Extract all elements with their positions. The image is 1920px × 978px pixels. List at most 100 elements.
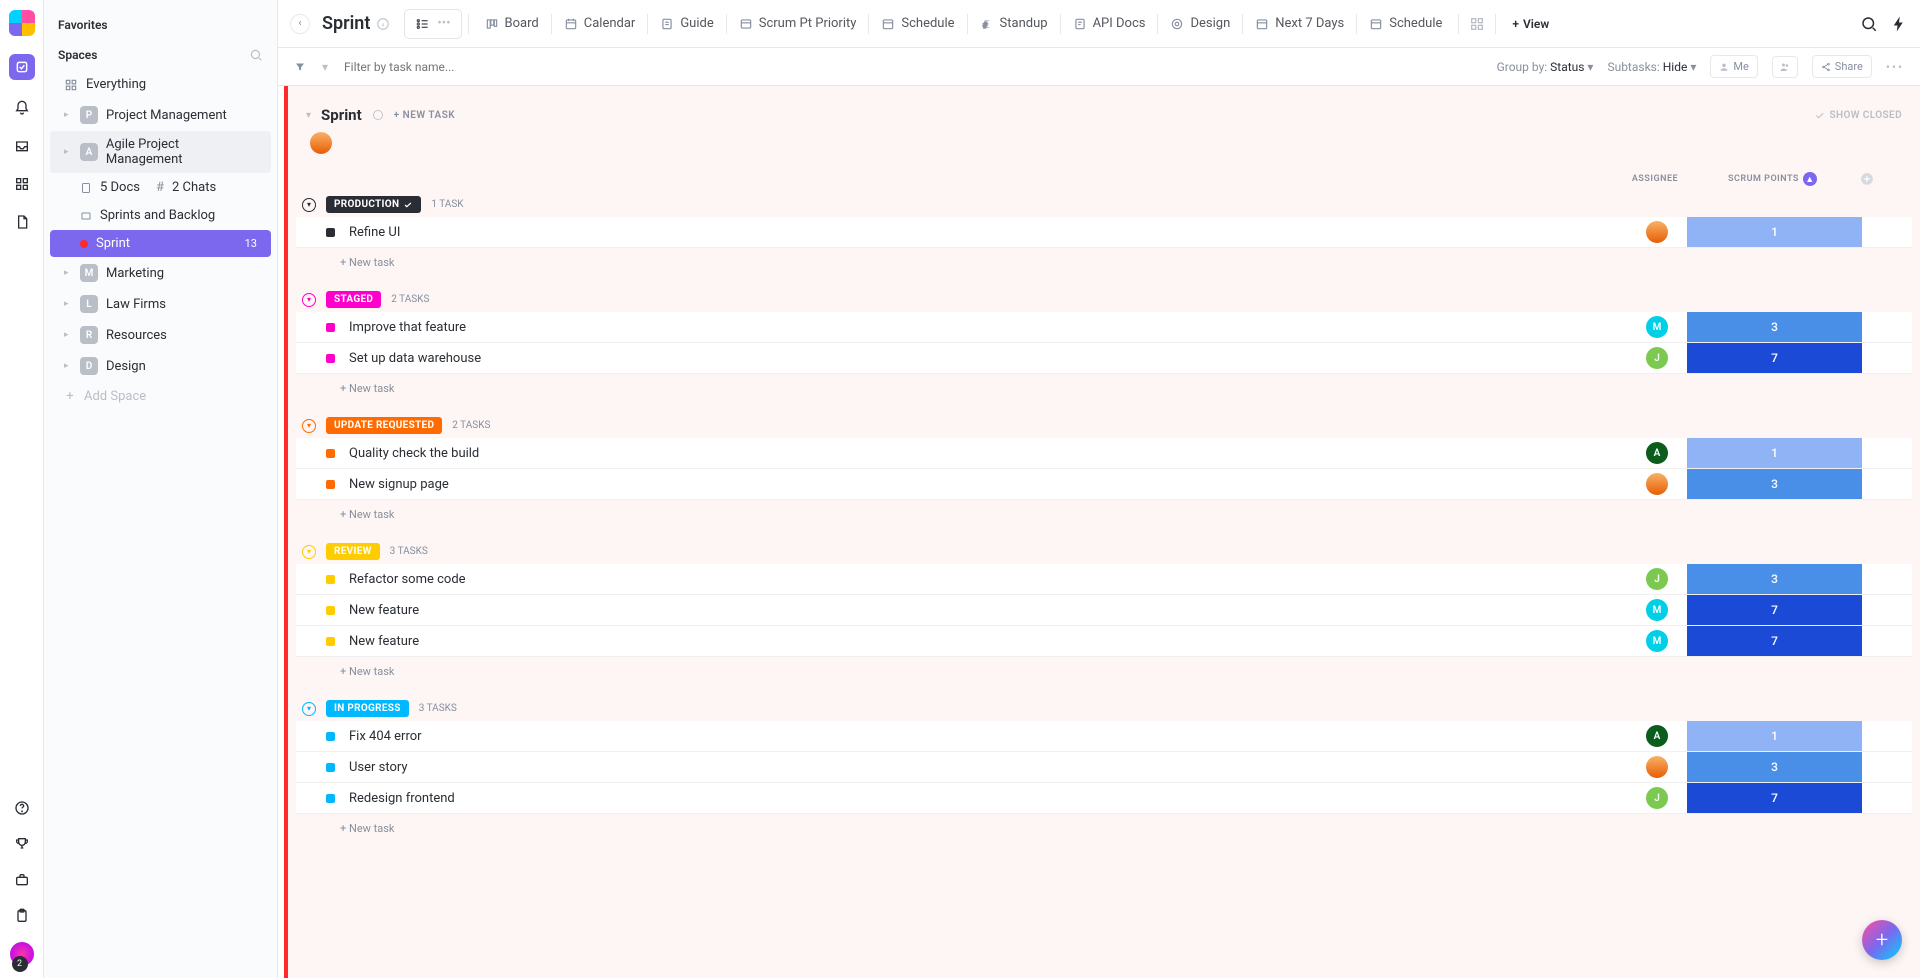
collapse-group-icon[interactable]: ▾ xyxy=(302,702,316,716)
view-tab-standup[interactable]: #Standup xyxy=(970,10,1058,37)
sidebar-space-design[interactable]: ▸DDesign xyxy=(50,351,271,381)
view-list-active[interactable]: ••• xyxy=(404,9,461,39)
task-scrum-points[interactable]: 1 xyxy=(1687,217,1862,247)
groupby-control[interactable]: Group by: Status ▾ xyxy=(1497,60,1594,74)
task-assignee[interactable]: M xyxy=(1627,630,1687,652)
view-tab-next-7-days[interactable]: Next 7 Days xyxy=(1245,10,1354,37)
view-tab-guide[interactable]: Guide xyxy=(650,10,723,37)
briefcase-icon[interactable] xyxy=(12,870,32,890)
task-row[interactable]: New signup page3 xyxy=(296,469,1912,500)
new-task-row[interactable]: + New task xyxy=(296,814,1912,835)
view-tab-schedule[interactable]: Schedule xyxy=(871,10,964,37)
new-task-row[interactable]: + New task xyxy=(296,248,1912,269)
task-row[interactable]: Quality check the buildA1 xyxy=(296,438,1912,469)
user-avatar[interactable]: 2 xyxy=(10,942,34,966)
task-scrum-points[interactable]: 1 xyxy=(1687,721,1862,751)
collapse-group-icon[interactable]: ▾ xyxy=(302,419,316,433)
task-row[interactable]: Redesign frontendJ7 xyxy=(296,783,1912,814)
status-pill[interactable]: STAGED xyxy=(326,291,381,308)
task-assignee[interactable] xyxy=(1627,756,1687,778)
task-scrum-points[interactable]: 7 xyxy=(1687,626,1862,656)
add-space-button[interactable]: +Add Space xyxy=(50,383,271,410)
view-tab-scrum-pt-priority[interactable]: Scrum Pt Priority xyxy=(729,10,867,37)
favorites-header[interactable]: Favorites xyxy=(44,10,277,40)
new-task-button[interactable]: + NEW TASK xyxy=(394,110,456,121)
sidebar-space-agile-project-management[interactable]: ▸AAgile Project Management xyxy=(50,131,271,173)
bolt-icon[interactable] xyxy=(1890,15,1908,33)
spaces-header[interactable]: Spaces xyxy=(44,40,277,70)
collapse-group-icon[interactable]: ▾ xyxy=(302,293,316,307)
task-row[interactable]: Improve that featureM3 xyxy=(296,312,1912,343)
task-row[interactable]: Refactor some codeJ3 xyxy=(296,564,1912,595)
share-button[interactable]: Share xyxy=(1812,55,1872,78)
create-fab[interactable]: + xyxy=(1862,920,1902,960)
view-tab-schedule[interactable]: Schedule xyxy=(1359,10,1452,37)
task-scrum-points[interactable]: 7 xyxy=(1687,595,1862,625)
filter-input[interactable] xyxy=(344,60,544,74)
task-row[interactable]: Refine UI1 xyxy=(296,217,1912,248)
task-scrum-points[interactable]: 3 xyxy=(1687,312,1862,342)
collapse-list-icon[interactable]: ▾ xyxy=(306,110,311,121)
new-task-row[interactable]: + New task xyxy=(296,500,1912,521)
info-icon[interactable] xyxy=(376,17,390,31)
sidebar-docs[interactable]: 5 Docs#2 Chats xyxy=(50,174,271,201)
search-icon[interactable] xyxy=(1860,15,1878,33)
view-tab-board[interactable]: Board xyxy=(475,10,549,37)
filter-icon[interactable] xyxy=(294,61,306,73)
inbox-icon[interactable] xyxy=(12,136,32,156)
show-closed-button[interactable]: SHOW CLOSED xyxy=(1814,110,1902,121)
home-icon[interactable] xyxy=(9,54,35,80)
sidebar-space-law-firms[interactable]: ▸LLaw Firms xyxy=(50,289,271,319)
task-assignee[interactable] xyxy=(1627,473,1687,495)
status-pill[interactable]: IN PROGRESS xyxy=(326,700,409,717)
sidebar-space-marketing[interactable]: ▸MMarketing xyxy=(50,258,271,288)
new-task-row[interactable]: + New task xyxy=(296,374,1912,395)
apps-icon[interactable] xyxy=(12,174,32,194)
task-assignee[interactable]: M xyxy=(1627,316,1687,338)
task-assignee[interactable]: A xyxy=(1627,442,1687,464)
add-column-button[interactable] xyxy=(1860,172,1900,186)
view-tab-api-docs[interactable]: API Docs xyxy=(1063,10,1156,37)
subtasks-control[interactable]: Subtasks: Hide ▾ xyxy=(1607,60,1696,74)
sidebar-everything[interactable]: Everything xyxy=(50,71,271,98)
task-assignee[interactable]: A xyxy=(1627,725,1687,747)
task-scrum-points[interactable]: 7 xyxy=(1687,783,1862,813)
task-assignee[interactable] xyxy=(1627,221,1687,243)
status-pill[interactable]: PRODUCTION xyxy=(326,196,421,213)
help-icon[interactable] xyxy=(12,798,32,818)
task-assignee[interactable]: J xyxy=(1627,568,1687,590)
people-button[interactable] xyxy=(1772,56,1798,78)
info-icon[interactable] xyxy=(372,109,384,121)
logo-icon[interactable] xyxy=(9,10,35,36)
task-assignee[interactable]: M xyxy=(1627,599,1687,621)
me-filter-button[interactable]: Me xyxy=(1710,55,1757,78)
search-icon[interactable] xyxy=(249,48,263,62)
sidebar-space-resources[interactable]: ▸RResources xyxy=(50,320,271,350)
add-view-button[interactable]: +View xyxy=(1502,11,1559,37)
sidebar-sprint[interactable]: Sprint13 xyxy=(50,230,271,257)
status-pill[interactable]: UPDATE REQUESTED xyxy=(326,417,442,434)
sidebar-sprints-backlog[interactable]: Sprints and Backlog xyxy=(50,202,271,229)
task-row[interactable]: New featureM7 xyxy=(296,595,1912,626)
list-owner-avatar[interactable] xyxy=(310,132,332,154)
view-tab-calendar[interactable]: Calendar xyxy=(554,10,646,37)
sort-icon[interactable]: ▲ xyxy=(1803,172,1817,186)
collapse-sidebar-button[interactable]: ‹ xyxy=(290,14,310,34)
collapse-group-icon[interactable]: ▾ xyxy=(302,545,316,559)
task-scrum-points[interactable]: 1 xyxy=(1687,438,1862,468)
task-row[interactable]: Set up data warehouseJ7 xyxy=(296,343,1912,374)
task-scrum-points[interactable]: 3 xyxy=(1687,564,1862,594)
status-pill[interactable]: REVIEW xyxy=(326,543,380,560)
new-task-row[interactable]: + New task xyxy=(296,657,1912,678)
more-icon[interactable]: ••• xyxy=(1886,60,1904,74)
bell-icon[interactable] xyxy=(12,98,32,118)
grid-view-icon[interactable] xyxy=(1469,16,1485,32)
trophy-icon[interactable] xyxy=(12,834,32,854)
sidebar-space-project-management[interactable]: ▸PProject Management xyxy=(50,100,271,130)
view-tab-design[interactable]: Design xyxy=(1160,10,1240,37)
task-assignee[interactable]: J xyxy=(1627,347,1687,369)
task-row[interactable]: New featureM7 xyxy=(296,626,1912,657)
task-row[interactable]: Fix 404 errorA1 xyxy=(296,721,1912,752)
task-scrum-points[interactable]: 3 xyxy=(1687,469,1862,499)
collapse-group-icon[interactable]: ▾ xyxy=(302,198,316,212)
